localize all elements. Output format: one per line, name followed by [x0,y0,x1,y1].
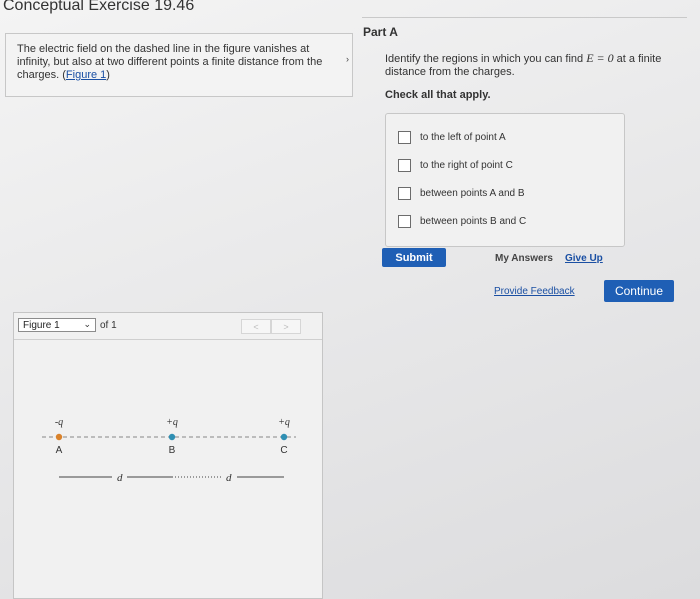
header-divider [362,17,687,18]
answer-options: to the left of point A to the right of p… [385,113,625,247]
option-between-b-c[interactable]: between points B and C [398,214,526,228]
problem-statement-box: The electric field on the dashed line in… [5,33,353,97]
problem-text: The electric field on the dashed line in… [17,43,323,81]
figure-link[interactable]: Figure 1 [66,69,106,81]
instruction-text: Check all that apply. [385,89,491,101]
distance-label-bc: d [226,472,232,484]
charge-dot [280,433,288,441]
chevron-down-icon: ⌄ [83,319,91,329]
option-label: between points B and C [420,215,527,227]
distance-label-ab: d [117,472,123,484]
submit-button[interactable]: Submit [382,248,446,267]
part-label: Part A [363,25,398,39]
my-answers-link[interactable]: My Answers [495,253,553,264]
figure-next-button[interactable]: > [271,319,301,334]
checkbox[interactable] [398,158,411,172]
figure-prev-button[interactable]: < [241,319,271,334]
figure-canvas: -q A +q B +q C d d [42,417,296,484]
charge-sign-label: +q [278,417,290,428]
question-math: E = 0 [586,51,614,65]
continue-button[interactable]: Continue [604,280,674,302]
question-text: Identify the regions in which you can fi… [385,52,690,79]
figure-panel: Figure 1 ⌄ of 1 < > -q A +q B +q C d d [13,312,323,599]
point-label: B [169,445,176,456]
problem-text-end: ) [106,69,110,81]
give-up-link[interactable]: Give Up [565,253,603,264]
option-between-a-b[interactable]: between points A and B [398,186,525,200]
exercise-title: Conceptual Exercise 19.46 [3,0,195,14]
distance-markers: d d [59,472,284,484]
figure-select-value: Figure 1 [23,319,60,331]
point-label: A [56,445,63,456]
figure-select[interactable]: Figure 1 ⌄ [18,318,96,332]
charge-sign-label: -q [55,417,63,428]
problem-statement: The electric field on the dashed line in… [17,43,339,82]
charge-dot [55,433,63,441]
option-left-of-a[interactable]: to the left of point A [398,130,506,144]
figure-count: of 1 [100,320,117,331]
option-right-of-c[interactable]: to the right of point C [398,158,513,172]
collapse-arrow-icon[interactable]: › [346,54,349,64]
checkbox[interactable] [398,186,411,200]
checkbox[interactable] [398,214,411,228]
option-label: to the left of point A [420,131,506,143]
provide-feedback-link[interactable]: Provide Feedback [494,286,575,297]
question-pre: Identify the regions in which you can fi… [385,53,587,65]
charge-dot [168,433,176,441]
option-label: between points A and B [420,187,525,199]
charge-sign-label: +q [166,417,178,428]
point-label: C [280,445,287,456]
option-label: to the right of point C [420,159,513,171]
figure-toolbar: Figure 1 ⌄ of 1 < > [14,313,322,340]
checkbox[interactable] [398,130,411,144]
